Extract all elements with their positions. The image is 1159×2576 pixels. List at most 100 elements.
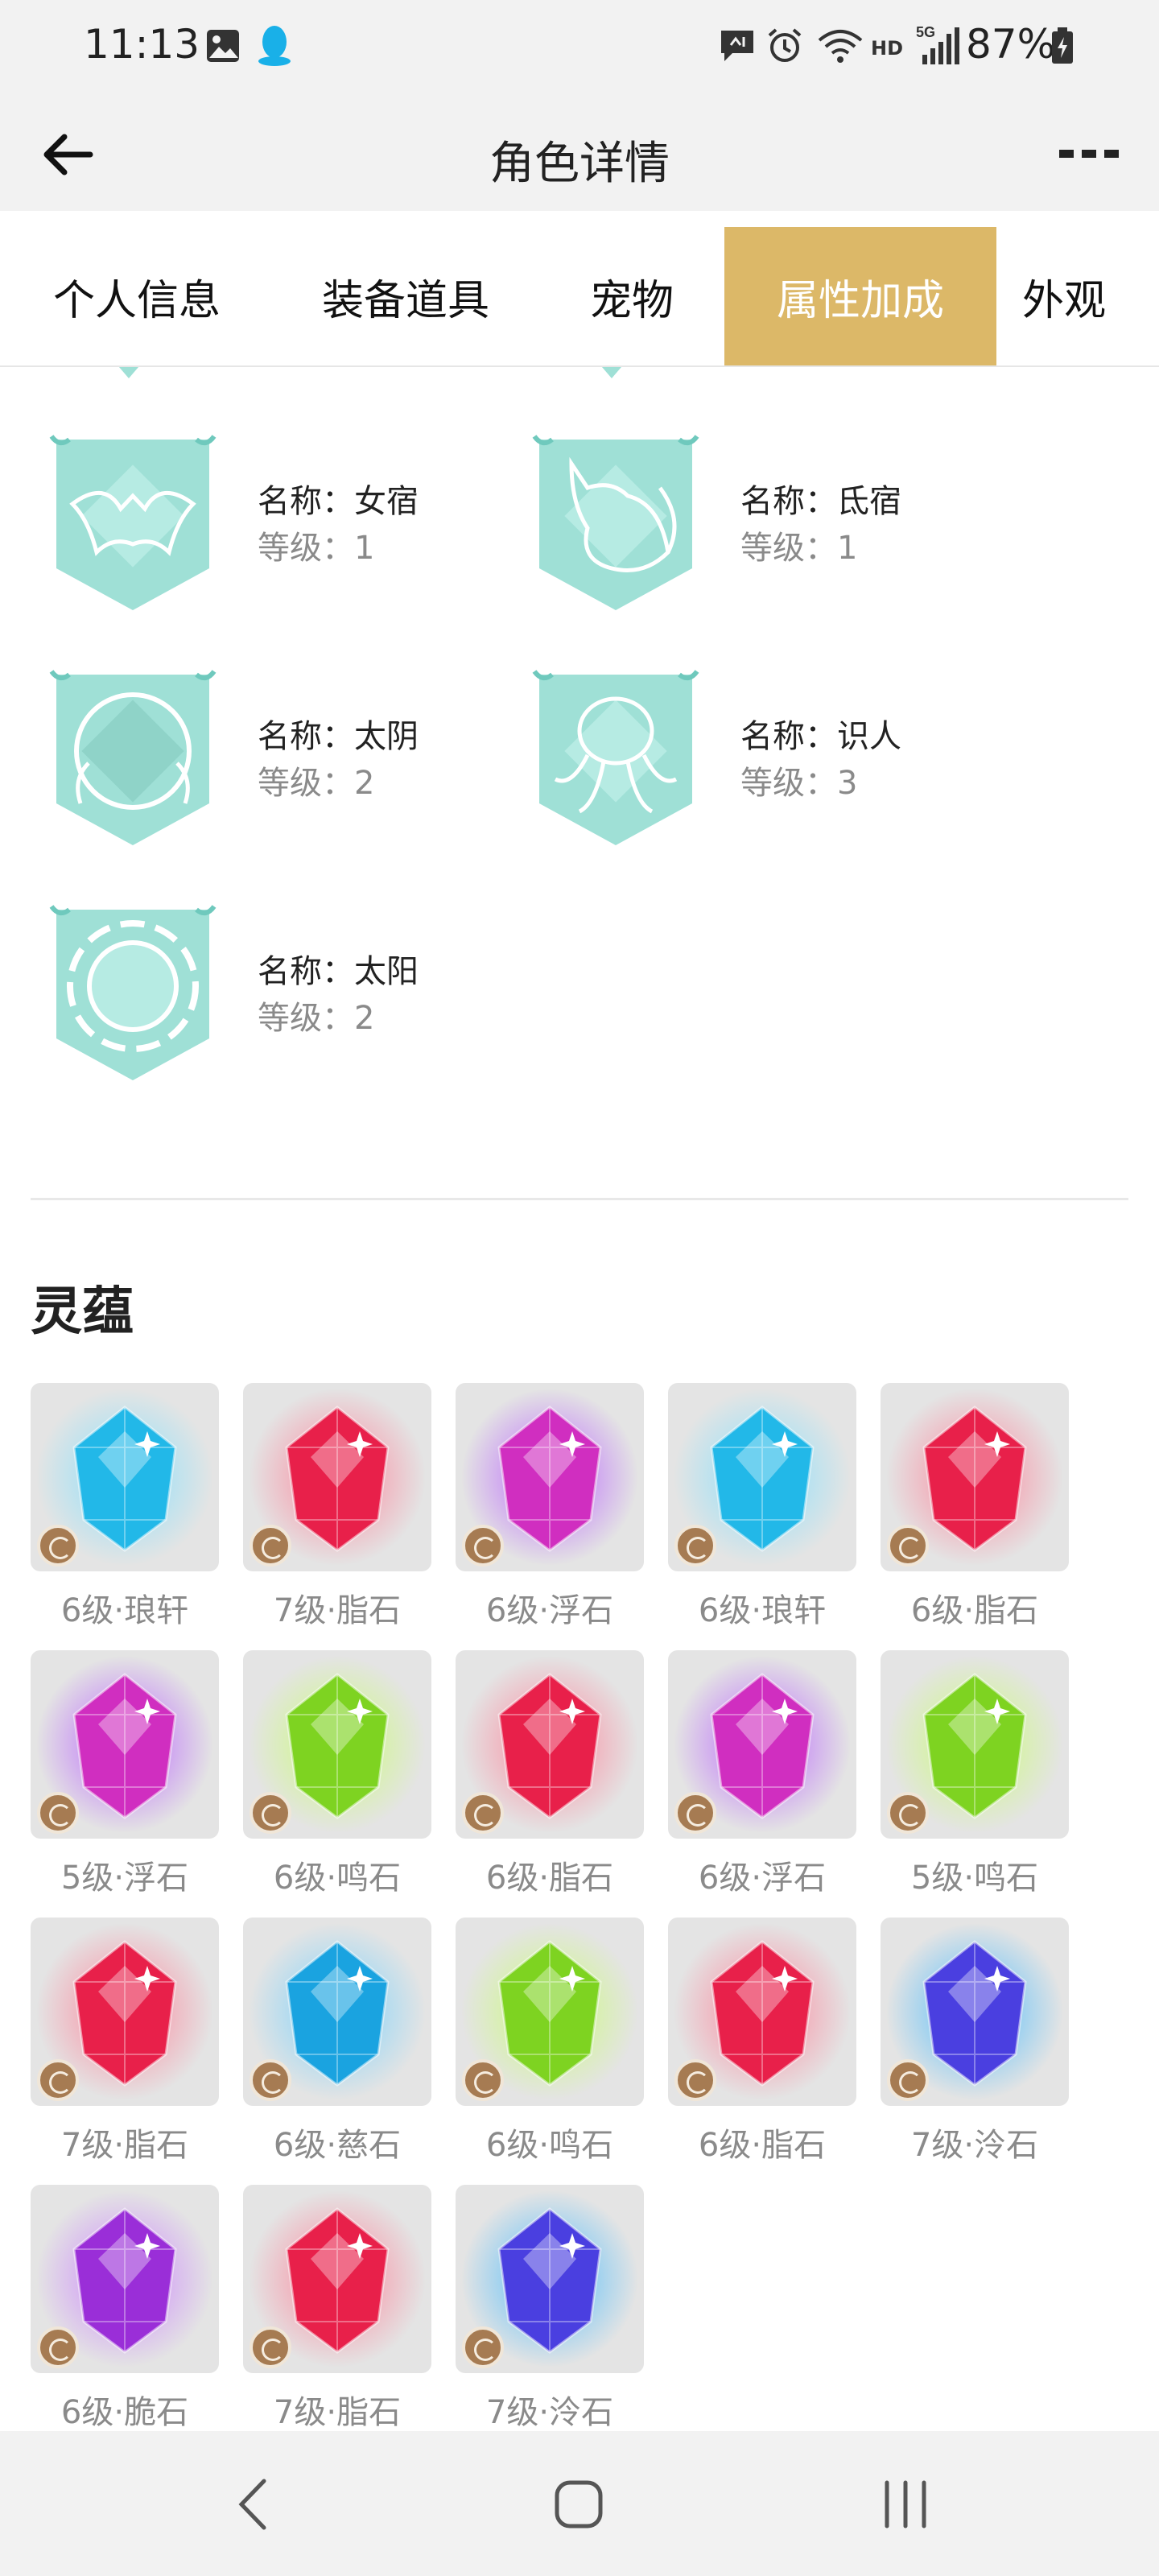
page-title: 角色详情: [489, 138, 670, 190]
gem-item[interactable]: 6级·鸣石: [456, 1918, 644, 2175]
gem-item[interactable]: 6级·脂石: [881, 1383, 1069, 1641]
gem-label: 6级·脂石: [910, 1592, 1039, 1629]
arrow-left-icon: [43, 134, 93, 175]
constellation-name: 名称：识人: [740, 718, 901, 755]
battery-percent: 87%: [966, 21, 1056, 68]
signal-icon: 5G: [916, 24, 961, 69]
gem-badge-icon: [250, 2059, 291, 2101]
chevron-left-icon: [238, 2479, 266, 2530]
tab-appearance[interactable]: 外观: [1022, 227, 1159, 365]
gem-badge-icon: [674, 1792, 716, 1834]
gem-label: 6级·脆石: [60, 2394, 189, 2431]
gem-label: 7级·脂石: [273, 2394, 402, 2431]
tab-attribute-bonus[interactable]: 属性加成: [724, 227, 996, 365]
more-dots-icon: [1059, 150, 1119, 158]
emblem-tip-icon: [602, 367, 621, 378]
nav-back-button[interactable]: [230, 2476, 278, 2536]
constellation-item[interactable]: 名称：太阴 等级：2: [40, 667, 523, 860]
constellation-item[interactable]: 名称：识人 等级：3: [523, 667, 1006, 860]
gem-item[interactable]: 6级·脆石: [31, 2185, 219, 2442]
gem-badge-icon: [462, 2326, 504, 2368]
gem-badge-icon: [462, 1525, 504, 1567]
gem-label: 7级·泠石: [910, 2127, 1039, 2164]
back-button[interactable]: [40, 129, 97, 180]
gem-item[interactable]: 7级·脂石: [243, 2185, 431, 2442]
tab-personal-info[interactable]: 个人信息: [24, 227, 250, 365]
svg-text:5G: 5G: [916, 24, 935, 40]
gem-item[interactable]: 6级·慈石: [243, 1918, 431, 2175]
app-bar: 角色详情: [0, 98, 1159, 211]
nav-recents-button[interactable]: [877, 2476, 934, 2536]
gem-item[interactable]: 6级·脂石: [456, 1650, 644, 1908]
section-divider: [31, 1198, 1128, 1200]
tab-equipment[interactable]: 装备道具: [293, 227, 518, 365]
gem-badge-icon: [462, 1792, 504, 1834]
gem-label: 6级·琅轩: [698, 1592, 827, 1629]
gem-label: 6级·脂石: [698, 2127, 827, 2164]
alarm-icon: [766, 27, 803, 68]
gem-badge-icon: [37, 2326, 79, 2368]
gem-badge-icon: [37, 1792, 79, 1834]
constellation-name: 名称：太阴: [258, 718, 419, 755]
gem-badge-icon: [250, 1792, 291, 1834]
tab-bar: 个人信息 装备道具 宠物 属性加成 外观: [0, 211, 1159, 367]
constellation-level: 等级：1: [258, 530, 375, 567]
gem-badge-icon: [462, 2059, 504, 2101]
gem-tile: [31, 1918, 219, 2106]
gem-tile: [881, 1918, 1069, 2106]
more-button[interactable]: [1054, 138, 1127, 171]
gem-item[interactable]: 5级·浮石: [31, 1650, 219, 1908]
home-square-icon: [555, 2480, 603, 2529]
gem-item[interactable]: 6级·琅轩: [31, 1383, 219, 1641]
battery-icon: [1051, 27, 1074, 68]
tab-pets[interactable]: 宠物: [563, 227, 700, 365]
constellation-item[interactable]: 名称：太阳 等级：2: [40, 902, 523, 1095]
gem-label: 6级·浮石: [698, 1860, 827, 1897]
gem-label: 5级·鸣石: [910, 1860, 1039, 1897]
gem-label: 6级·脂石: [485, 1860, 614, 1897]
gem-badge-icon: [37, 1525, 79, 1567]
gem-item[interactable]: 6级·浮石: [668, 1650, 856, 1908]
gem-badge-icon: [674, 1525, 716, 1567]
sun-emblem-icon: [40, 902, 225, 1087]
constellation-name: 名称：太阳: [258, 953, 419, 990]
gem-item[interactable]: 5级·鸣石: [881, 1650, 1069, 1908]
constellation-level: 等级：2: [258, 765, 375, 802]
constellation-item[interactable]: 名称：氐宿 等级：1: [523, 431, 1006, 625]
status-time: 11:13: [84, 21, 200, 68]
gem-badge-icon: [887, 1792, 929, 1834]
gem-item[interactable]: 7级·泠石: [881, 1918, 1069, 2175]
gem-item[interactable]: 7级·泠石: [456, 2185, 644, 2442]
gem-tile: [881, 1650, 1069, 1839]
constellation-item[interactable]: 名称：女宿 等级：1: [40, 431, 523, 625]
gem-badge-icon: [674, 2059, 716, 2101]
gem-tile: [31, 1650, 219, 1839]
gem-item[interactable]: 6级·浮石: [456, 1383, 644, 1641]
gem-item[interactable]: 7级·脂石: [31, 1918, 219, 2175]
gem-tile: [456, 1650, 644, 1839]
nav-home-button[interactable]: [551, 2476, 607, 2536]
gem-item[interactable]: 6级·脂石: [668, 1918, 856, 2175]
gem-tile: [243, 1650, 431, 1839]
gem-tile: [243, 1918, 431, 2106]
system-nav-bar: [0, 2431, 1159, 2576]
gem-item[interactable]: 6级·鸣石: [243, 1650, 431, 1908]
gem-label: 5级·浮石: [60, 1860, 189, 1897]
gem-label: 6级·鸣石: [273, 1860, 402, 1897]
gem-tile: [243, 1383, 431, 1571]
bat-emblem-icon: [40, 431, 225, 617]
gem-tile: [668, 1650, 856, 1839]
gem-item[interactable]: 6级·琅轩: [668, 1383, 856, 1641]
moon-emblem-icon: [40, 667, 225, 852]
constellation-name: 名称：女宿: [258, 483, 419, 520]
section-title: 灵蕴: [31, 1282, 134, 1342]
gem-item[interactable]: 7级·脂石: [243, 1383, 431, 1641]
status-bar: 11:13 HD 5G 87%: [0, 0, 1159, 98]
gem-label: 6级·琅轩: [60, 1592, 189, 1629]
gem-label: 6级·鸣石: [485, 2127, 614, 2164]
gem-tile: [243, 2185, 431, 2373]
message-icon: [718, 27, 757, 68]
gem-badge-icon: [887, 1525, 929, 1567]
gem-badge-icon: [887, 2059, 929, 2101]
gem-label: 6级·慈石: [273, 2127, 402, 2164]
